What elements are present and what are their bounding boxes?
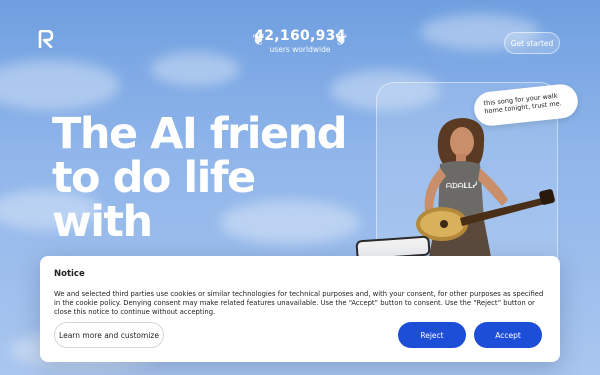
- headline-line: with: [52, 197, 153, 247]
- replika-logo[interactable]: [38, 30, 54, 48]
- svg-text:ᗩᗪᗩᒪᒪᓰ: ᗩᗪᗩᒪᒪᓰ: [446, 180, 477, 190]
- learn-more-button[interactable]: Learn more and customize: [54, 322, 164, 348]
- consent-body: We and selected third parties use cookie…: [54, 290, 544, 316]
- hero-headline: The AI friend to do life with: [52, 112, 372, 244]
- cloud: [0, 60, 120, 110]
- laurel-right-icon: ❦: [334, 30, 348, 49]
- cloud: [150, 52, 240, 86]
- headline-line: to do life: [52, 153, 256, 203]
- headline-line: The AI friend: [52, 109, 348, 159]
- get-started-button[interactable]: Get started: [504, 32, 560, 54]
- consent-title: Notice: [54, 269, 85, 279]
- accept-button[interactable]: Accept: [474, 322, 542, 348]
- reject-button[interactable]: Reject: [398, 322, 466, 348]
- cookie-consent-dialog: Notice We and selected third parties use…: [40, 256, 560, 362]
